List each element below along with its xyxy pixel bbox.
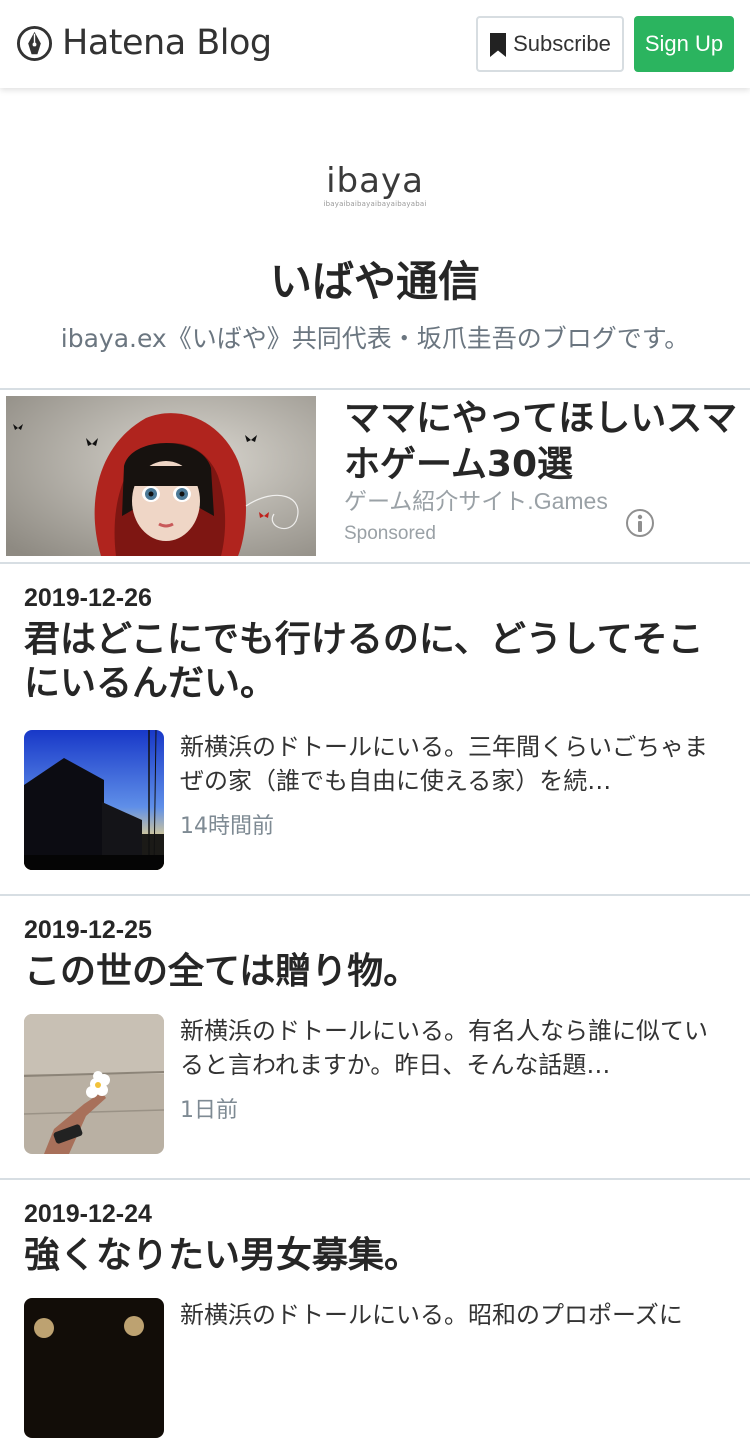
blog-description: ibaya.ex《いばや》共同代表・坂爪圭吾のブログです。: [60, 324, 690, 353]
entry-summary: 新横浜のドトールにいる。三年間くらいごちゃまぜの家（誰でも自由に使える家）を続…: [180, 733, 708, 795]
hatena-blog-logo[interactable]: Hatena Blog: [16, 22, 272, 64]
ad-source: ゲーム紹介サイト.Games: [344, 488, 608, 514]
entry-date[interactable]: 2019-12-25: [24, 916, 152, 945]
entry-item[interactable]: 2019-12-25 この世の全ては贈り物。 新横浜のドトールにいる。有名人なら…: [0, 896, 750, 1178]
ad-sponsored-label: Sponsored: [344, 523, 436, 544]
subscribe-label: Subscribe: [513, 31, 611, 56]
entry-summary: 新横浜のドトールにいる。有名人なら誰に似ていると言われますか。昨日、そんな話題…: [180, 1017, 708, 1079]
blog-logo[interactable]: ibaya ibayaibaibayaibayaibayabai: [0, 162, 750, 209]
ad-title[interactable]: ママにやってほしいスマホゲーム30選: [344, 396, 744, 488]
blog-header: ibaya ibayaibaibayaibayaibayabai いばや通信 i…: [0, 88, 750, 388]
blog-logo-word: ibaya: [326, 161, 424, 201]
ad-image[interactable]: [6, 396, 316, 556]
bookmark-icon: [490, 33, 507, 57]
brand-text: Hatena Blog: [62, 23, 272, 63]
entry-summary: 新横浜のドトールにいる。昭和のプロポーズに: [180, 1301, 683, 1329]
sponsored-ad[interactable]: ママにやってほしいスマホゲーム30選 ゲーム紹介サイト.Games Sponso…: [0, 390, 750, 562]
entry-item[interactable]: 2019-12-26 君はどこにでも行けるのに、どうしてそこにいるんだい。 新横…: [0, 564, 750, 894]
subscribe-button[interactable]: Subscribe: [476, 16, 624, 72]
pen-nib-icon: [16, 25, 53, 61]
entry-title[interactable]: 君はどこにでも行けるのに、どうしてそこにいるんだい。: [24, 618, 724, 706]
info-icon[interactable]: [625, 508, 655, 538]
blog-title[interactable]: いばや通信: [0, 254, 750, 310]
entry-thumbnail[interactable]: [24, 730, 164, 870]
entry-time: 1日前: [180, 1098, 238, 1123]
entry-date[interactable]: 2019-12-26: [24, 584, 152, 613]
entry-time: 14時間前: [180, 814, 274, 839]
entry-thumbnail[interactable]: [24, 1298, 164, 1438]
entry-title[interactable]: 強くなりたい男女募集。: [24, 1234, 724, 1278]
signup-button[interactable]: Sign Up: [634, 16, 734, 72]
top-bar: Hatena Blog Subscribe Sign Up: [0, 0, 750, 88]
entry-date[interactable]: 2019-12-24: [24, 1200, 152, 1229]
entry-thumbnail[interactable]: [24, 1014, 164, 1154]
blog-logo-subtext: ibayaibaibayaibayaibayabai: [323, 200, 427, 208]
signup-label: Sign Up: [644, 31, 724, 56]
entry-title[interactable]: この世の全ては贈り物。: [24, 950, 724, 994]
entry-item[interactable]: 2019-12-24 強くなりたい男女募集。 新横浜のドトールにいる。昭和のプロ…: [0, 1180, 750, 1438]
